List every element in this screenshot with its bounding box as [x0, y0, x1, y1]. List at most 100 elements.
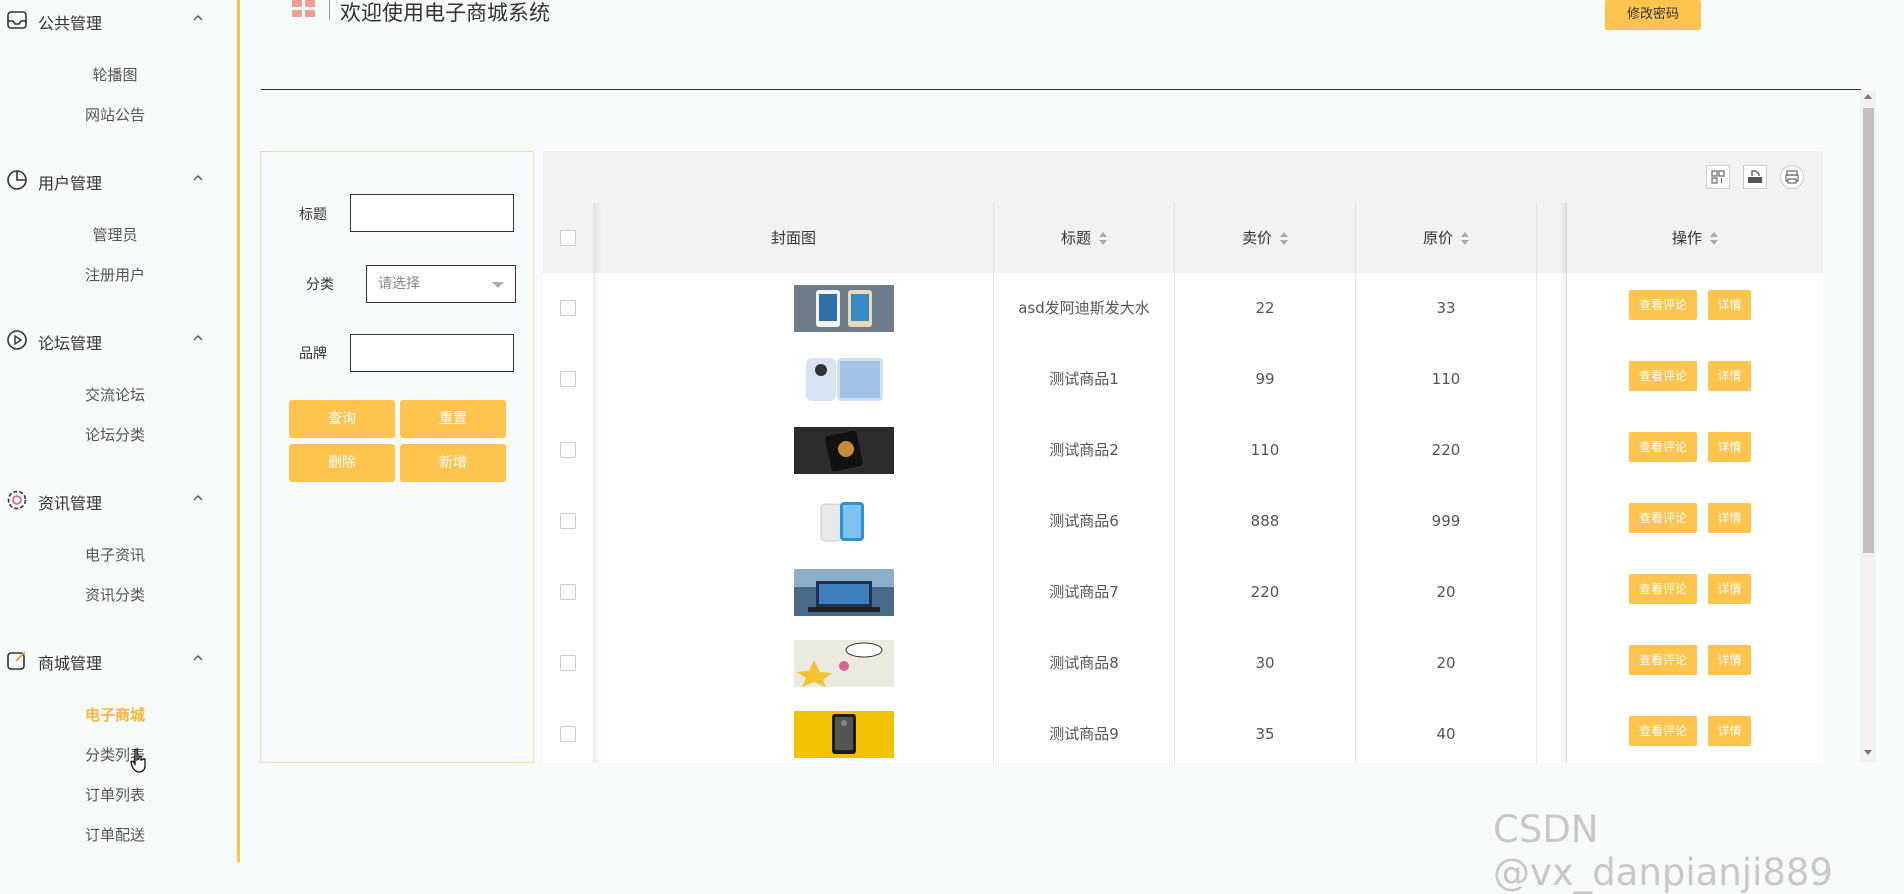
nav-group-header-news[interactable]: 资讯管理	[0, 480, 237, 520]
column-header-actions[interactable]: 操作	[1567, 203, 1823, 273]
sidebar-item-order-delivery[interactable]: 订单配送	[0, 824, 230, 845]
view-comments-button[interactable]: 查看评论	[1629, 361, 1697, 391]
view-comments-button[interactable]: 查看评论	[1629, 432, 1697, 462]
scroll-down-arrow-icon[interactable]	[1864, 750, 1872, 755]
row-checkbox[interactable]	[560, 442, 576, 458]
column-label: 操作	[1671, 229, 1702, 247]
view-comments-button[interactable]: 查看评论	[1629, 574, 1697, 604]
category-select[interactable]: 请选择	[366, 265, 516, 303]
cover-cell	[594, 557, 994, 628]
export-icon[interactable]	[1743, 165, 1767, 189]
sidebar-item-category-list[interactable]: 分类列表	[0, 744, 230, 765]
edit-icon	[7, 651, 26, 670]
scrollbar-thumb[interactable]	[1863, 108, 1874, 553]
column-label: 原价	[1422, 229, 1453, 247]
price-cell: 99	[1175, 344, 1356, 415]
column-label: 标题	[1060, 229, 1091, 247]
add-button[interactable]: 新增	[400, 444, 506, 482]
column-header-original[interactable]: 原价	[1356, 203, 1537, 273]
chevron-up-icon	[193, 175, 203, 181]
change-password-button[interactable]: 修改密码	[1605, 0, 1701, 30]
row-checkbox[interactable]	[560, 584, 576, 600]
query-button[interactable]: 查询	[289, 400, 395, 438]
delete-button[interactable]: 删除	[289, 444, 395, 482]
category-select-placeholder: 请选择	[378, 276, 420, 292]
sort-icon[interactable]	[1280, 231, 1288, 246]
nav-group-header-forum[interactable]: 论坛管理	[0, 320, 237, 360]
table-row: 测试商品9 35 40 查看评论 详情	[543, 699, 1823, 763]
details-button[interactable]: 详情	[1708, 716, 1751, 746]
header-checkbox-cell	[543, 203, 594, 273]
title-cell: 测试商品1	[994, 344, 1175, 415]
title-input[interactable]	[350, 194, 514, 232]
details-button[interactable]: 详情	[1708, 645, 1751, 675]
sidebar-item-carousel[interactable]: 轮播图	[0, 64, 230, 85]
sort-icon[interactable]	[1710, 231, 1718, 246]
title-label: 标题	[299, 207, 327, 223]
checkbox-cell	[543, 628, 594, 699]
sidebar-item-shop[interactable]: 电子商城	[0, 704, 230, 725]
row-checkbox[interactable]	[560, 655, 576, 671]
row-checkbox[interactable]	[560, 300, 576, 316]
fixed-column-shadow	[1559, 203, 1567, 763]
column-header-cover: 封面图	[594, 203, 994, 273]
columns-icon[interactable]	[1706, 165, 1730, 189]
scroll-up-arrow-icon[interactable]	[1864, 94, 1872, 99]
details-button[interactable]: 详情	[1708, 503, 1751, 533]
product-thumbnail	[794, 285, 894, 332]
row-checkbox[interactable]	[560, 371, 576, 387]
sidebar-item-forum-category[interactable]: 论坛分类	[0, 424, 230, 445]
checkbox-cell	[543, 486, 594, 557]
sidebar-item-order-list[interactable]: 订单列表	[0, 784, 230, 805]
sidebar-item-news-category[interactable]: 资讯分类	[0, 584, 230, 605]
chevron-down-icon	[492, 282, 504, 288]
price-cell: 110	[1175, 415, 1356, 486]
fixed-column-shadow	[594, 203, 602, 763]
sidebar-item-admin[interactable]: 管理员	[0, 224, 230, 245]
brand-input[interactable]	[350, 334, 514, 372]
sort-icon[interactable]	[1461, 231, 1469, 246]
column-label: 卖价	[1241, 229, 1272, 247]
column-header-price[interactable]: 卖价	[1175, 203, 1356, 273]
actions-cell: 查看评论 详情	[1567, 344, 1823, 415]
select-all-checkbox[interactable]	[560, 230, 576, 246]
category-label: 分类	[306, 277, 334, 293]
nav-group-news: 资讯管理	[0, 480, 237, 520]
sort-icon[interactable]	[1099, 231, 1107, 246]
nav-group-header-shop[interactable]: 商城管理	[0, 640, 237, 680]
details-button[interactable]: 详情	[1708, 432, 1751, 462]
sidebar-item-news[interactable]: 电子资讯	[0, 544, 230, 565]
actions-cell: 查看评论 详情	[1567, 486, 1823, 557]
price-cell: 35	[1175, 699, 1356, 763]
details-button[interactable]: 详情	[1708, 290, 1751, 320]
sidebar-item-announcement[interactable]: 网站公告	[0, 104, 230, 125]
divider	[261, 89, 1861, 90]
settings-icon	[7, 490, 27, 510]
checkbox-cell	[543, 344, 594, 415]
print-icon[interactable]	[1780, 165, 1804, 189]
view-comments-button[interactable]: 查看评论	[1629, 290, 1697, 320]
nav-group-header-public[interactable]: 公共管理	[0, 0, 237, 40]
nav-group-shop: 商城管理	[0, 640, 237, 680]
row-checkbox[interactable]	[560, 726, 576, 742]
checkbox-cell	[543, 557, 594, 628]
price-cell: 22	[1175, 273, 1356, 344]
view-comments-button[interactable]: 查看评论	[1629, 645, 1697, 675]
table-header: 封面图 标题 卖价 原价 操作	[543, 203, 1823, 274]
play-circle-icon	[7, 330, 27, 350]
view-comments-button[interactable]: 查看评论	[1629, 716, 1697, 746]
details-button[interactable]: 详情	[1708, 574, 1751, 604]
row-checkbox[interactable]	[560, 513, 576, 529]
nav-group-forum: 论坛管理	[0, 320, 237, 360]
view-comments-button[interactable]: 查看评论	[1629, 503, 1697, 533]
reset-button[interactable]: 重置	[400, 400, 506, 438]
nav-group-header-users[interactable]: 用户管理	[0, 160, 237, 200]
sidebar-item-forum[interactable]: 交流论坛	[0, 384, 230, 405]
table-row: 测试商品2 110 220 查看评论 详情	[543, 415, 1823, 487]
price-cell: 888	[1175, 486, 1356, 557]
sidebar-item-registered-users[interactable]: 注册用户	[0, 264, 230, 285]
chevron-up-icon	[193, 335, 203, 341]
actions-cell: 查看评论 详情	[1567, 557, 1823, 628]
column-header-title[interactable]: 标题	[994, 203, 1175, 273]
details-button[interactable]: 详情	[1708, 361, 1751, 391]
